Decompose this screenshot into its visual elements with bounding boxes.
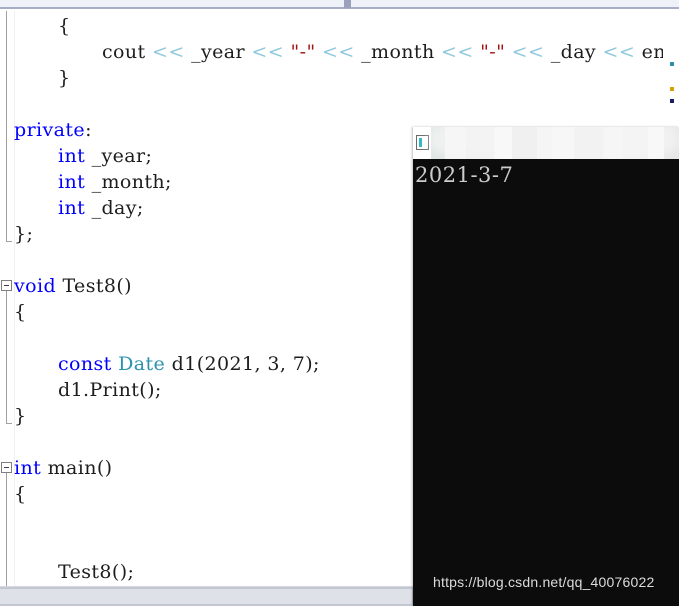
- code-token-op: <<: [322, 41, 355, 63]
- code-line-text: cout << _year << "-" << _month << "-" <<…: [0, 39, 679, 65]
- code-line-text: int main(): [0, 455, 112, 481]
- code-token-plain: d1.Print();: [58, 379, 162, 401]
- code-line[interactable]: int _year;: [0, 143, 152, 169]
- code-token-kw: int: [14, 457, 42, 479]
- code-line[interactable]: cout << _year << "-" << _month << "-" <<…: [0, 39, 679, 65]
- code-line-text: {: [0, 299, 27, 325]
- code-line-text: d1.Print();: [0, 377, 162, 403]
- code-token-plain: _year: [184, 41, 252, 63]
- code-token-str: "-": [473, 41, 512, 63]
- code-line[interactable]: [0, 507, 14, 533]
- screen-root: {cout << _year << "-" << _month << "-" <…: [0, 0, 679, 606]
- code-line[interactable]: private:: [0, 117, 92, 143]
- code-token-kw: int: [58, 145, 86, 167]
- code-token-plain: Test8(): [56, 275, 132, 297]
- code-line-text: }: [0, 65, 71, 91]
- code-line[interactable]: }: [0, 403, 27, 429]
- code-line[interactable]: [0, 247, 14, 273]
- code-line[interactable]: Test8();: [0, 559, 134, 585]
- code-fold-guide-foot: [6, 423, 12, 424]
- code-token-plain: main(): [41, 457, 113, 479]
- code-line[interactable]: [0, 325, 14, 351]
- editor-toolbar-strip: [0, 0, 679, 9]
- code-line[interactable]: const Date d1(2021, 3, 7);: [0, 351, 320, 377]
- code-token-kw: int: [58, 197, 86, 219]
- code-fold-guide: [6, 473, 7, 586]
- scroll-marker: [670, 62, 674, 66]
- console-window[interactable]: 2021-3-7 https://blog.csdn.net/qq_400760…: [413, 127, 679, 606]
- code-line[interactable]: [0, 533, 14, 559]
- code-line-text: {: [0, 13, 71, 39]
- code-token-plain: _day;: [85, 197, 144, 219]
- code-fold-toggle[interactable]: [1, 462, 12, 473]
- code-token-plain: }: [58, 67, 71, 89]
- code-line[interactable]: {: [0, 299, 27, 325]
- code-line[interactable]: {: [0, 481, 27, 507]
- code-token-kw: void: [14, 275, 57, 297]
- code-token-plain: Test8();: [58, 561, 135, 583]
- console-titlebar[interactable]: [413, 127, 679, 159]
- console-title-blur: [429, 127, 679, 159]
- code-token-op: <<: [441, 41, 474, 63]
- code-line[interactable]: int _day;: [0, 195, 144, 221]
- code-line-text: const Date d1(2021, 3, 7);: [0, 351, 320, 377]
- toolbar-drag-handle[interactable]: [344, 0, 351, 8]
- code-line-text: int _month;: [0, 169, 172, 195]
- code-token-plain: };: [14, 223, 34, 245]
- code-token-op: <<: [602, 41, 636, 63]
- code-line-text: }: [0, 403, 27, 429]
- code-token-plain: {: [58, 15, 71, 37]
- code-fold-toggle[interactable]: [1, 280, 12, 291]
- watermark-url: https://blog.csdn.net/qq_40076022: [433, 574, 655, 590]
- code-line[interactable]: d1.Print();: [0, 377, 162, 403]
- code-token-type: Date: [118, 353, 166, 375]
- console-output-text: 2021-3-7: [415, 163, 514, 187]
- scroll-marker: [670, 99, 674, 103]
- code-token-kw: private: [14, 119, 86, 141]
- code-line[interactable]: [0, 91, 14, 117]
- code-line[interactable]: {: [0, 13, 71, 39]
- code-token-plain: _month;: [85, 171, 172, 193]
- code-line[interactable]: void Test8(): [0, 273, 132, 299]
- code-line-text: private:: [0, 117, 92, 143]
- code-token-str: "-": [284, 41, 323, 63]
- code-token-kw: int: [58, 171, 86, 193]
- code-token-op: <<: [511, 41, 545, 63]
- code-line-text: void Test8(): [0, 273, 132, 299]
- code-token-plain: {: [14, 301, 27, 323]
- code-token-plain: :: [85, 119, 92, 141]
- code-fold-guide: [6, 291, 7, 423]
- code-token-plain: _day: [544, 41, 603, 63]
- code-token-plain: _year;: [85, 145, 153, 167]
- code-line[interactable]: int main(): [0, 455, 112, 481]
- code-fold-guide: [6, 11, 7, 241]
- scroll-marker: [670, 87, 674, 91]
- code-line-text: {: [0, 481, 27, 507]
- code-line-text: };: [0, 221, 33, 247]
- code-token-plain: _month: [354, 41, 442, 63]
- code-line[interactable]: [0, 429, 14, 455]
- code-line[interactable]: }: [0, 65, 71, 91]
- code-line[interactable]: int _month;: [0, 169, 172, 195]
- code-line-text: int _day;: [0, 195, 144, 221]
- code-fold-guide-foot: [6, 241, 12, 242]
- code-line-text: Test8();: [0, 559, 134, 585]
- code-token-op: <<: [152, 41, 185, 63]
- code-line[interactable]: };: [0, 221, 33, 247]
- code-token-op: <<: [251, 41, 285, 63]
- code-token-plain: {: [14, 483, 27, 505]
- code-token-plain: cout: [102, 41, 152, 63]
- code-token-plain: d1(2021, 3, 7);: [165, 353, 320, 375]
- horizontal-scrollbar-thumb[interactable]: [0, 589, 412, 604]
- code-token-plain: }: [14, 405, 27, 427]
- console-app-icon: [416, 135, 429, 150]
- code-token-kw: const: [58, 353, 112, 375]
- code-line-text: int _year;: [0, 143, 152, 169]
